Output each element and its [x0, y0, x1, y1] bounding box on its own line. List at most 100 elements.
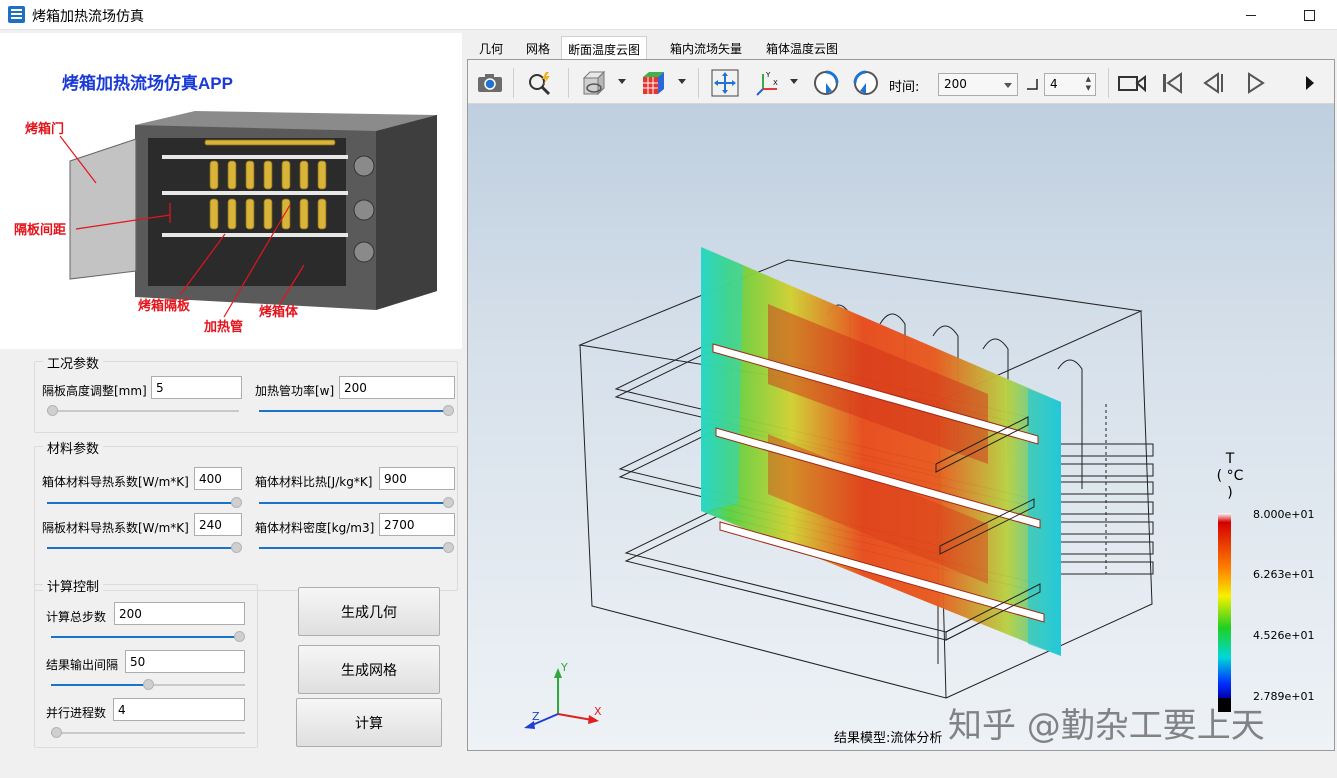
label-door: 烤箱门: [25, 121, 64, 137]
rotate-left-icon: [814, 70, 839, 95]
play-button[interactable]: [1241, 69, 1269, 97]
slider-thumb[interactable]: [234, 631, 245, 642]
body-conductivity-slider[interactable]: [47, 497, 242, 509]
svg-text:Y: Y: [765, 71, 771, 79]
camera-icon: [478, 74, 502, 92]
fit-view-button[interactable]: [711, 69, 739, 97]
body-specific-heat-input[interactable]: [379, 467, 455, 490]
compute-button[interactable]: 计算: [296, 698, 442, 747]
body-density-label: 箱体材料密度[kg/m3]: [255, 521, 375, 535]
app-icon: [8, 6, 25, 23]
slider-thumb[interactable]: [443, 497, 454, 508]
more-icon: [1306, 76, 1314, 90]
spin-arrows-icon[interactable]: ▲ ▼: [1086, 75, 1091, 93]
time-select-value: 200: [944, 77, 967, 91]
camera-button[interactable]: [476, 69, 504, 97]
heater-power-input[interactable]: [339, 376, 455, 399]
rotate-right-icon: [853, 70, 878, 95]
body-density-slider[interactable]: [259, 542, 454, 554]
chevron-down-icon[interactable]: [618, 79, 626, 84]
material-params-title: 材料参数: [43, 438, 104, 457]
shelf-height-slider[interactable]: [47, 405, 239, 417]
color-map-button[interactable]: [640, 69, 668, 97]
shelf-conductivity-label: 隔板材料导热系数[W/m*K]: [42, 521, 189, 535]
chevron-down-icon[interactable]: [790, 79, 798, 84]
temperature-color-bar: [1218, 513, 1231, 698]
3d-viewport[interactable]: Y X Z T ( °C ) 8.000e+01 6.263e+01 4.526…: [468, 104, 1334, 750]
total-steps-slider[interactable]: [51, 631, 245, 643]
step-spinbox[interactable]: 4 ▲ ▼: [1044, 73, 1096, 96]
shelf-conductivity-slider[interactable]: [47, 542, 242, 554]
time-label: 时间:: [889, 80, 920, 95]
axes-orientation-button[interactable]: YX: [755, 69, 783, 97]
temperature-contour-view: Y X Z: [524, 247, 1231, 729]
record-button[interactable]: [1118, 69, 1146, 97]
rotate-right-button[interactable]: [852, 69, 880, 97]
slider-thumb[interactable]: [143, 679, 154, 690]
tab-body-temperature[interactable]: 箱体温度云图: [760, 36, 844, 60]
time-select[interactable]: 200: [938, 73, 1018, 96]
svg-text:X: X: [773, 79, 778, 87]
first-frame-button[interactable]: [1158, 69, 1186, 97]
tab-section-temperature[interactable]: 断面温度云图: [561, 36, 648, 60]
label-shelf: 烤箱隔板: [138, 298, 191, 314]
slider-thumb[interactable]: [47, 405, 58, 416]
minimize-icon: [1246, 14, 1256, 16]
tab-mesh[interactable]: 网格: [520, 36, 556, 60]
label-body: 烤箱体: [259, 304, 299, 320]
display-mode-button[interactable]: [580, 69, 608, 97]
first-frame-icon: [1163, 72, 1182, 94]
shelf-conductivity-input[interactable]: [194, 513, 242, 536]
oven-schematic-image: 烤箱加热流场仿真APP 烤箱门 隔板间距 烤箱隔板 加热管 烤箱体: [0, 33, 462, 349]
generate-mesh-button[interactable]: 生成网格: [298, 645, 440, 694]
axis-x-label: X: [594, 705, 602, 718]
body-density-input[interactable]: [379, 513, 455, 536]
total-steps-label: 计算总步数: [46, 610, 107, 624]
heater-power-label: 加热管功率[w]: [255, 384, 335, 398]
processes-input[interactable]: [113, 698, 245, 721]
record-icon: [1118, 75, 1146, 93]
minimize-button[interactable]: [1228, 0, 1274, 30]
shelf-height-input[interactable]: [151, 376, 242, 399]
output-interval-slider[interactable]: [51, 679, 245, 691]
shelf-height-label: 隔板高度调整[mm]: [42, 384, 147, 398]
color-cube-icon: [643, 72, 664, 94]
compute-control-title: 计算控制: [43, 576, 104, 595]
total-steps-input[interactable]: [114, 602, 245, 625]
output-interval-label: 结果输出间隔: [46, 658, 119, 672]
maximize-button[interactable]: [1286, 0, 1332, 30]
prev-frame-icon: [1203, 72, 1223, 94]
slider-thumb[interactable]: [443, 542, 454, 553]
legend-value-2: 6.263e+01: [1253, 568, 1315, 581]
chevron-down-icon[interactable]: [678, 79, 686, 84]
maximize-icon: [1303, 9, 1315, 21]
chevron-down-icon: [1004, 83, 1012, 88]
probe-button[interactable]: [526, 69, 554, 97]
output-interval-input[interactable]: [125, 650, 245, 673]
slider-thumb[interactable]: [231, 497, 242, 508]
previous-frame-button[interactable]: [1199, 69, 1227, 97]
body-conductivity-label: 箱体材料导热系数[W/m*K]: [42, 475, 189, 489]
processes-slider[interactable]: [51, 727, 245, 739]
more-tools-button[interactable]: [1300, 69, 1320, 97]
axis-z-label: Z: [532, 710, 540, 723]
rotate-left-button[interactable]: [812, 69, 840, 97]
slider-thumb[interactable]: [231, 542, 242, 553]
axis-y-label: Y: [560, 661, 568, 674]
app-window: 烤箱加热流场仿真 烤箱加热流场仿真APP 烤箱门 隔板间距 烤箱隔板 加热管 烤…: [0, 0, 1337, 778]
tab-geometry[interactable]: 几何: [473, 36, 509, 60]
fit-view-icon: [711, 69, 739, 97]
schematic-title: 烤箱加热流场仿真APP: [62, 73, 233, 93]
legend-title-unit: ( °C ): [1216, 468, 1244, 501]
slider-thumb[interactable]: [51, 727, 62, 738]
heater-power-slider[interactable]: [259, 405, 454, 417]
generate-geometry-button[interactable]: 生成几何: [298, 587, 440, 636]
slider-thumb[interactable]: [443, 405, 454, 416]
legend-value-max: 8.000e+01: [1253, 508, 1315, 521]
result-tabs: 几何 网格 断面温度云图 箱内流场矢量 箱体温度云图: [465, 36, 1337, 60]
body-specific-heat-slider[interactable]: [259, 497, 454, 509]
window-title: 烤箱加热流场仿真: [32, 9, 144, 25]
tab-flow-vectors[interactable]: 箱内流场矢量: [664, 36, 748, 60]
step-spinbox-value: 4: [1050, 77, 1058, 91]
body-conductivity-input[interactable]: [194, 467, 242, 490]
